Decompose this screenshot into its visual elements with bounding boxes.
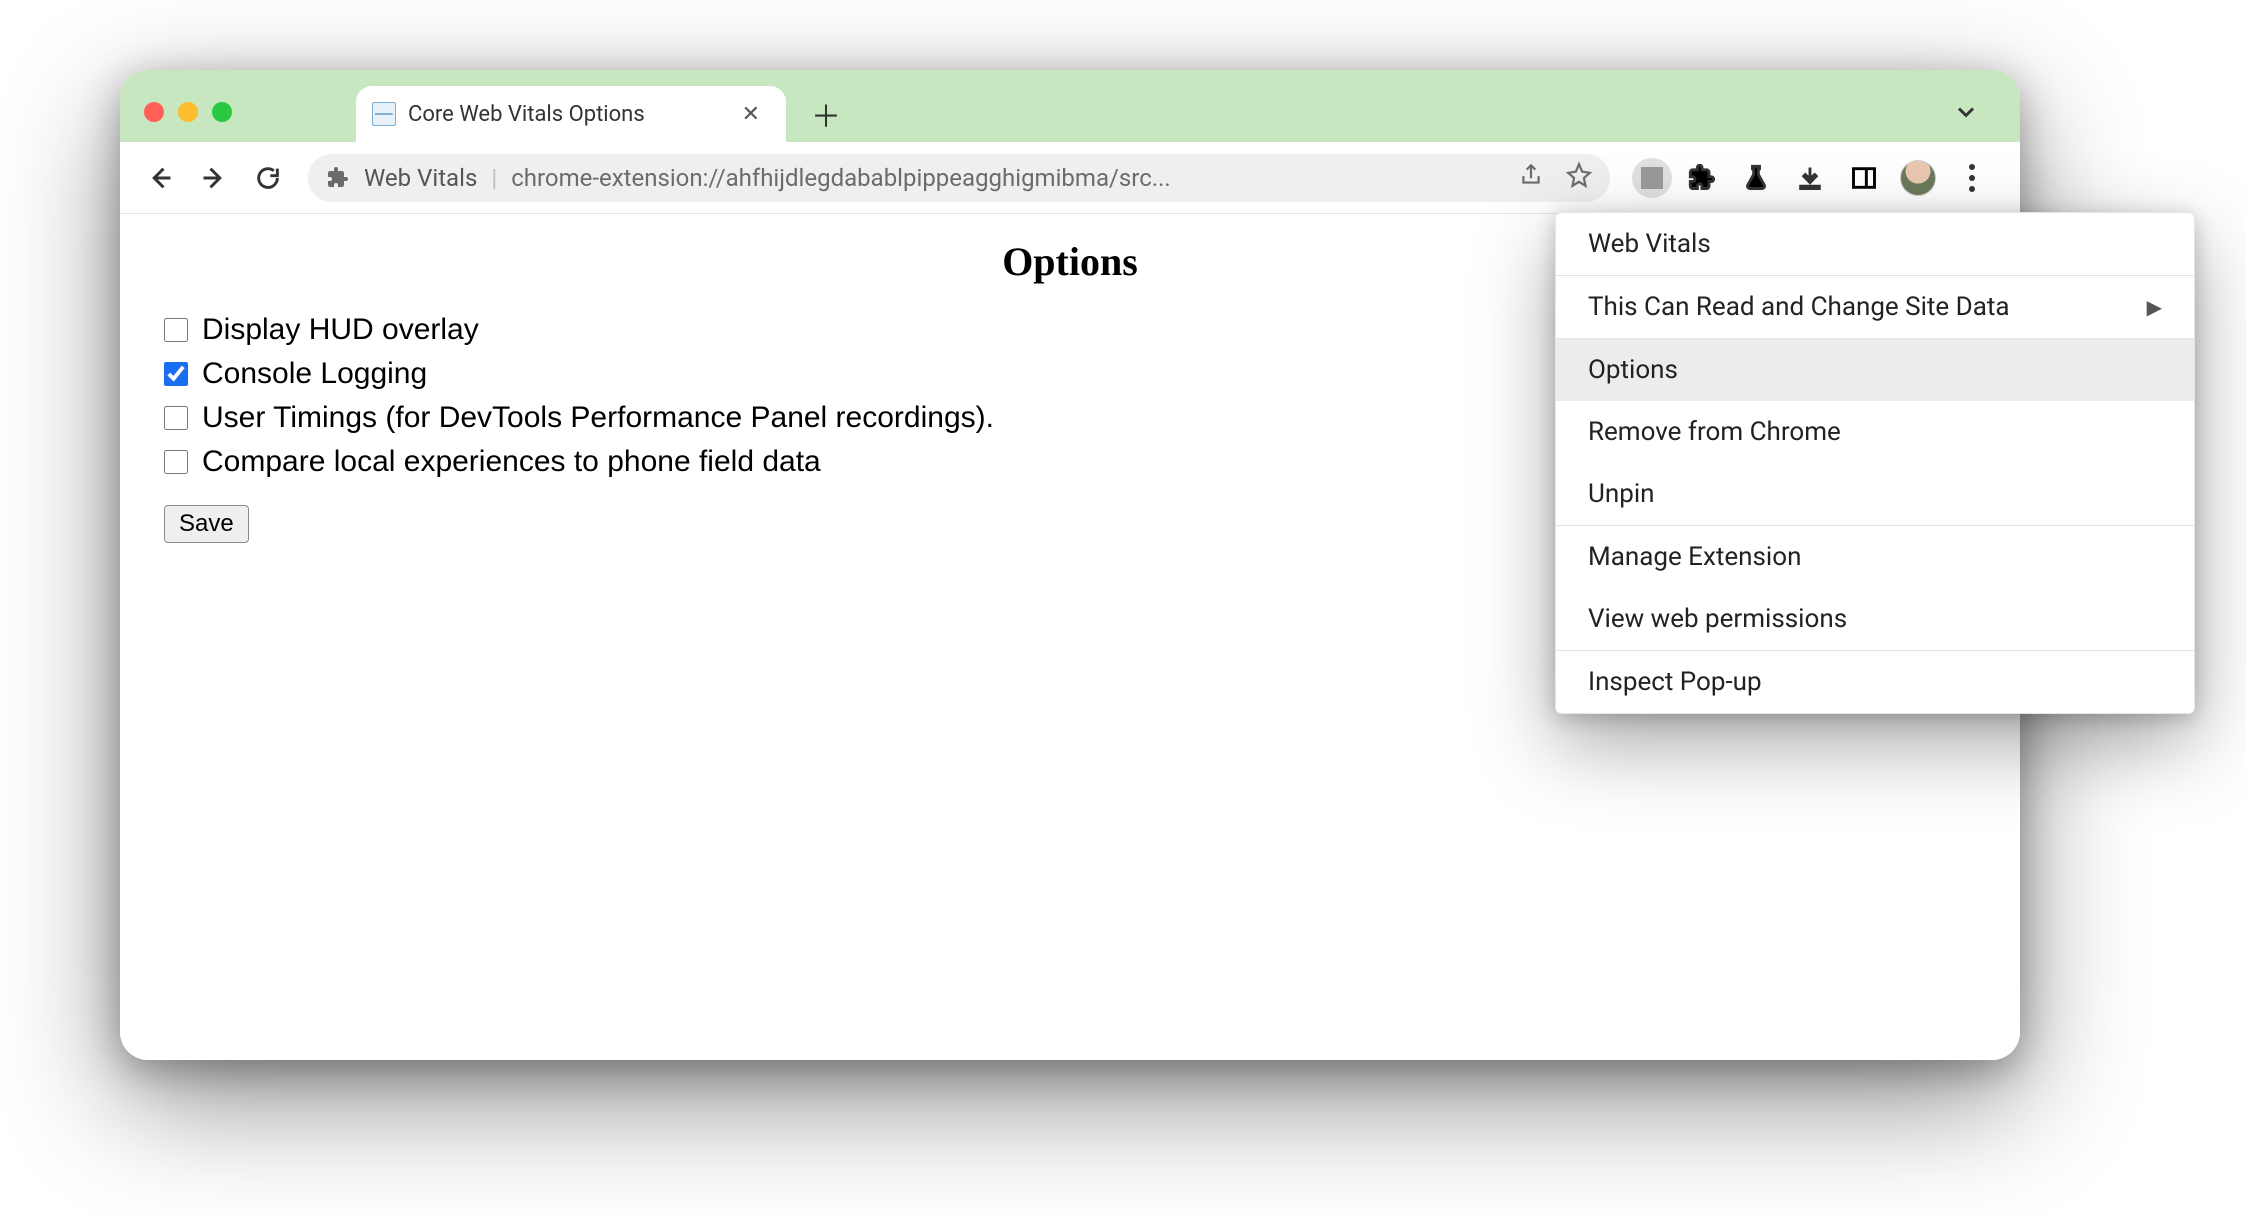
option-label: Compare local experiences to phone field… bbox=[202, 445, 821, 479]
forward-button[interactable] bbox=[190, 154, 238, 202]
submenu-arrow-icon: ▶ bbox=[2147, 295, 2162, 319]
maximize-window-button[interactable] bbox=[212, 102, 232, 122]
address-bar[interactable]: Web Vitals | chrome-extension://ahfhijdl… bbox=[308, 154, 1610, 202]
save-button[interactable]: Save bbox=[164, 505, 249, 543]
ctx-item-manage-extension[interactable]: Manage Extension bbox=[1556, 526, 2194, 588]
back-button[interactable] bbox=[136, 154, 184, 202]
close-window-button[interactable] bbox=[144, 102, 164, 122]
side-panel-icon[interactable] bbox=[1840, 154, 1888, 202]
close-tab-button[interactable]: ✕ bbox=[736, 102, 766, 127]
bookmark-star-icon[interactable] bbox=[1566, 162, 1592, 194]
vitals-favicon-icon bbox=[372, 102, 396, 126]
toolbar: Web Vitals | chrome-extension://ahfhijdl… bbox=[120, 142, 2020, 214]
active-tab[interactable]: Core Web Vitals Options ✕ bbox=[356, 86, 786, 142]
ctx-item-unpin[interactable]: Unpin bbox=[1556, 463, 2194, 525]
ctx-title: Web Vitals bbox=[1556, 213, 2194, 275]
checkbox-console-logging[interactable] bbox=[164, 362, 188, 386]
option-label: User Timings (for DevTools Performance P… bbox=[202, 401, 994, 435]
ctx-item-inspect-popup[interactable]: Inspect Pop-up bbox=[1556, 651, 2194, 713]
url-text: chrome-extension://ahfhijdlegdabablpippe… bbox=[511, 164, 1171, 192]
checkbox-display-hud[interactable] bbox=[164, 318, 188, 342]
tab-title: Core Web Vitals Options bbox=[408, 102, 724, 127]
window-controls bbox=[130, 102, 246, 142]
ctx-item-label: Remove from Chrome bbox=[1588, 417, 1841, 447]
ctx-title-label: Web Vitals bbox=[1588, 229, 1711, 259]
extension-context-menu: Web Vitals This Can Read and Change Site… bbox=[1555, 212, 2195, 714]
new-tab-button[interactable]: ＋ bbox=[806, 94, 846, 134]
ctx-item-label: Options bbox=[1588, 355, 1678, 385]
extensions-button[interactable] bbox=[1678, 154, 1726, 202]
active-extension-indicator[interactable] bbox=[1632, 158, 1672, 198]
omnibox-divider: | bbox=[491, 164, 497, 192]
minimize-window-button[interactable] bbox=[178, 102, 198, 122]
tab-overflow-button[interactable] bbox=[1942, 88, 1990, 136]
share-icon[interactable] bbox=[1518, 162, 1544, 194]
reload-button[interactable] bbox=[244, 154, 292, 202]
vertical-dots-icon bbox=[1969, 164, 1975, 192]
extension-puzzle-icon bbox=[326, 166, 350, 190]
site-identity-label: Web Vitals bbox=[364, 164, 477, 192]
tab-strip: Core Web Vitals Options ✕ ＋ bbox=[120, 70, 2020, 142]
ctx-item-label: Manage Extension bbox=[1588, 542, 1801, 572]
checkbox-user-timings[interactable] bbox=[164, 406, 188, 430]
ctx-item-view-permissions[interactable]: View web permissions bbox=[1556, 588, 2194, 650]
labs-flask-icon[interactable] bbox=[1732, 154, 1780, 202]
ctx-item-site-data[interactable]: This Can Read and Change Site Data ▶ bbox=[1556, 276, 2194, 338]
ctx-item-options[interactable]: Options bbox=[1556, 339, 2194, 401]
downloads-icon[interactable] bbox=[1786, 154, 1834, 202]
profile-avatar[interactable] bbox=[1894, 154, 1942, 202]
ctx-item-label: This Can Read and Change Site Data bbox=[1588, 292, 2010, 322]
ctx-item-label: Inspect Pop-up bbox=[1588, 667, 1762, 697]
chrome-menu-button[interactable] bbox=[1948, 154, 1996, 202]
ctx-item-label: Unpin bbox=[1588, 479, 1655, 509]
square-icon bbox=[1641, 167, 1663, 189]
option-label: Display HUD overlay bbox=[202, 313, 479, 347]
checkbox-compare-field-data[interactable] bbox=[164, 450, 188, 474]
ctx-item-remove[interactable]: Remove from Chrome bbox=[1556, 401, 2194, 463]
option-label: Console Logging bbox=[202, 357, 427, 391]
avatar-icon bbox=[1900, 160, 1936, 196]
ctx-item-label: View web permissions bbox=[1588, 604, 1847, 634]
